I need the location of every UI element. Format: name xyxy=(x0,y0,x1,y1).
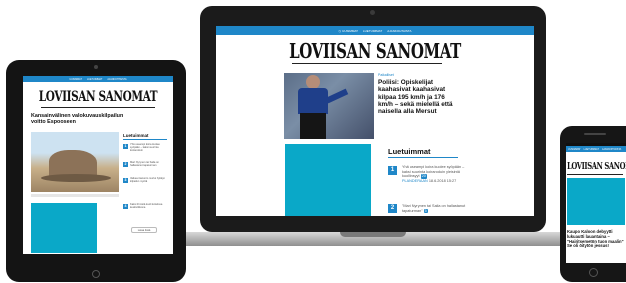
officer-body xyxy=(298,88,328,114)
comment-count-badge: 5 xyxy=(423,208,428,214)
nav-ajankohtaista[interactable]: AJANKOHTAISTA xyxy=(602,148,621,151)
most-read-underline xyxy=(123,139,167,140)
laptop-notch xyxy=(340,232,406,237)
header-divider xyxy=(41,107,155,108)
article-headline[interactable]: Kansainvälinen valokuvauskilpailun voitt… xyxy=(31,113,131,125)
article-headline[interactable]: Kaupo Kaloon debyytti lukuautti lauantai… xyxy=(567,229,625,249)
tablet-home-button[interactable] xyxy=(92,270,100,278)
nav-luetuimmat[interactable]: LUETUIMMAT xyxy=(87,78,102,81)
phone-navbar: UUSIMMAT LUETUIMMAT AJANKOHTAISTA xyxy=(566,146,626,152)
article-category[interactable]: Paikalliset xyxy=(378,73,394,77)
nav-ajankohtaista[interactable]: AJANKOHTAISTA xyxy=(107,78,126,81)
item-source: PLANDERAAN xyxy=(402,178,428,183)
laptop-navbar: ◷ UUSIMMAT LUETUIMMAT AJANKOHTAISTA xyxy=(216,26,534,35)
header-divider xyxy=(567,174,623,175)
clock-icon: ◷ xyxy=(338,28,342,33)
nav-uusimmat[interactable]: ◷ UUSIMMAT xyxy=(339,29,358,33)
phone-home-button[interactable] xyxy=(589,268,598,277)
ad-placeholder xyxy=(285,144,371,216)
most-read-title: Luetuimmat xyxy=(123,133,149,138)
header-divider xyxy=(292,63,442,64)
officer-legs xyxy=(300,113,326,139)
most-read-item-4[interactable]: Kaksi ihmistä kuoli kolarissa keskiviikk… xyxy=(130,203,168,209)
officer-head xyxy=(306,75,320,89)
site-logo[interactable]: LOVIISAN SANOMAT xyxy=(216,39,534,63)
photo-caption xyxy=(31,194,119,197)
nav-luetuimmat[interactable]: LUETUIMMAT xyxy=(584,148,599,151)
most-read-title: Luetuimmat xyxy=(388,147,431,156)
officer-arm xyxy=(325,88,349,104)
nav-uusimmat[interactable]: UUSIMMAT xyxy=(69,78,82,81)
rank-badge-2: 2 xyxy=(388,204,397,213)
laptop-screen: ◷ UUSIMMAT LUETUIMMAT AJANKOHTAISTA LOVII… xyxy=(216,26,534,216)
most-read-underline xyxy=(388,157,458,158)
load-more-button[interactable]: Lataa lisää xyxy=(131,227,157,233)
nav-ajankohtaista[interactable]: AJANKOHTAISTA xyxy=(387,29,411,33)
tablet-camera xyxy=(94,65,98,69)
laptop-camera xyxy=(370,10,375,15)
phone-speaker xyxy=(584,133,606,135)
phone-screen: UUSIMMAT LUETUIMMAT AJANKOHTAISTA LOVIIS… xyxy=(566,143,626,263)
tablet-navbar: UUSIMMAT LUETUIMMAT AJANKOHTAISTA xyxy=(23,76,173,82)
rank-badge-4: 4 xyxy=(123,204,128,209)
ad-placeholder xyxy=(31,203,97,253)
rank-badge-1: 1 xyxy=(123,144,128,149)
article-headline[interactable]: Poliisi: Opiskelijat kaahasivat kaahasiv… xyxy=(378,79,460,116)
most-read-item-1[interactable]: Yhä useampi koira kuolee syöpään – kaksi… xyxy=(130,143,168,152)
item-date: 18.6.2018 15:27 xyxy=(428,178,457,183)
landmark-photo[interactable] xyxy=(31,132,119,192)
rank-badge-1: 1 xyxy=(388,166,397,175)
nav-luetuimmat[interactable]: LUETUIMMAT xyxy=(363,29,382,33)
most-read-item-2[interactable]: "Mari Nyrynen tai Saila on hallastanut t… xyxy=(402,204,466,214)
most-read-item-3[interactable]: Vaikea itsetunto murtui hylätyn kilpailu… xyxy=(130,177,168,183)
ad-placeholder xyxy=(567,178,625,225)
most-read-item-2[interactable]: Mari Nyrynen tai Saila on hallastanut ta… xyxy=(130,161,168,167)
rank-badge-3: 3 xyxy=(123,178,128,183)
police-photo[interactable] xyxy=(284,73,374,139)
site-logo[interactable]: LOVIISAN SANOMAT xyxy=(23,89,173,105)
site-logo[interactable]: LOVIISAN SANOMAT xyxy=(567,161,626,172)
most-read-item-1[interactable]: Yhä useampi koira kuolee syöpään – kaksi… xyxy=(402,165,466,183)
rank-badge-2: 2 xyxy=(123,162,128,167)
tablet-screen: UUSIMMAT LUETUIMMAT AJANKOHTAISTA LOVIIS… xyxy=(23,76,173,254)
rock-shadow xyxy=(41,174,111,182)
nav-uusimmat[interactable]: UUSIMMAT xyxy=(568,148,581,151)
